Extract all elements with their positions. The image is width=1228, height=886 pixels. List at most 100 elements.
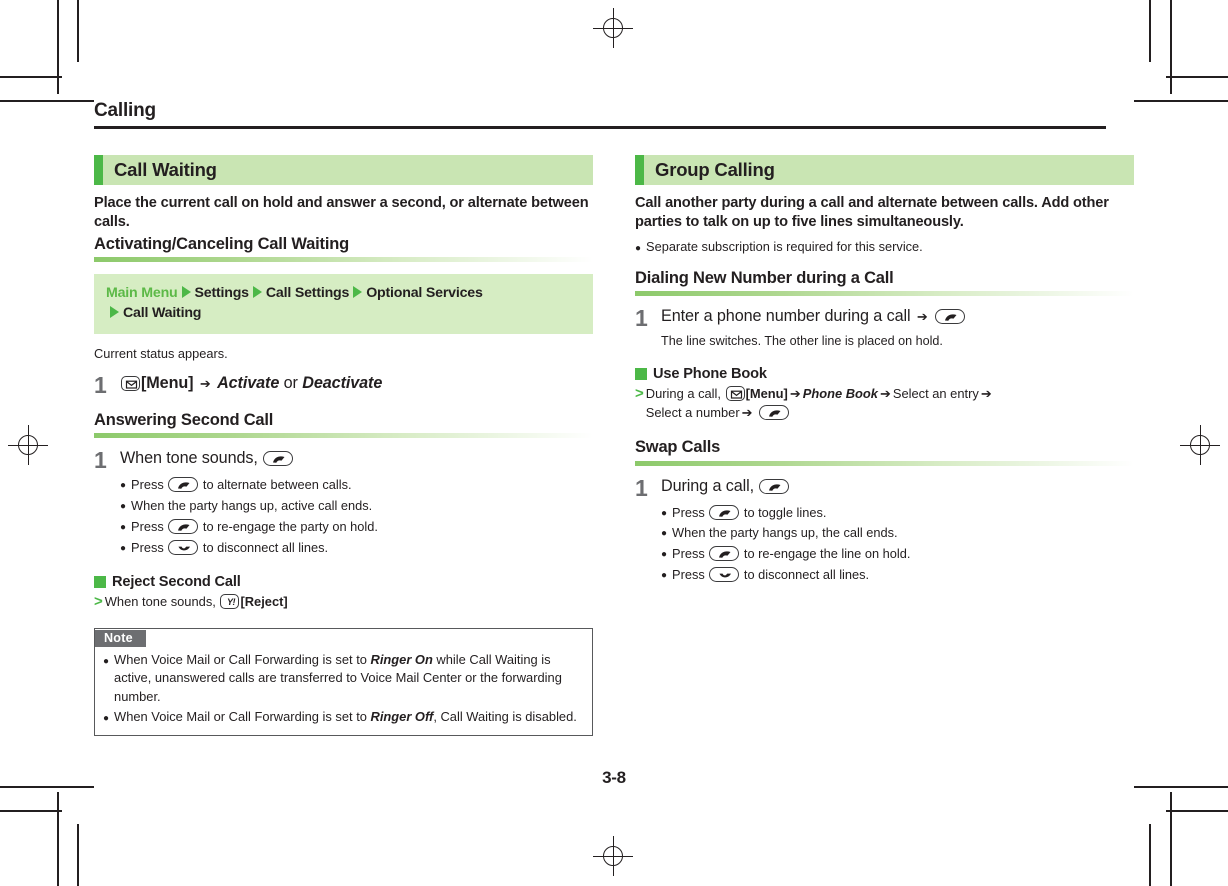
step-number: 1 xyxy=(94,447,107,474)
bullet-post: to toggle lines. xyxy=(743,504,827,520)
bullet-pre: Press xyxy=(131,539,164,555)
registration-mark-left xyxy=(8,425,48,465)
subsection-dialing-new-number: Dialing New Number during a Call xyxy=(635,269,1134,297)
subsubsection-title: Use Phone Book xyxy=(653,366,767,383)
bullet-dot-icon: ● xyxy=(661,569,668,581)
step-title-label: Enter a phone number during a call xyxy=(661,307,911,326)
bullet-dot-icon: ● xyxy=(661,507,668,519)
section-banner-group-calling: Group Calling xyxy=(635,155,1134,185)
list-item: ● Press to disconnect all lines. xyxy=(661,565,1134,586)
section-lead: Call another party during a call and alt… xyxy=(635,195,1109,231)
chevron-right-marker-icon: > xyxy=(635,385,644,403)
bullet-dot-icon: ● xyxy=(103,712,110,724)
list-item: ● When the party hangs up, the call ends… xyxy=(661,523,1134,544)
bullet-dot-icon: ● xyxy=(103,655,110,667)
step-text: During a call, xyxy=(661,476,1134,497)
note-text-part1: When Voice Mail or Call Forwarding is se… xyxy=(114,708,371,724)
send-key-icon xyxy=(709,504,740,520)
chevron-right-icon xyxy=(353,286,363,299)
menu-path-box: Main Menu Settings Call Settings Optional S… xyxy=(94,274,593,334)
menu-path-item-1: Settings xyxy=(194,285,250,302)
list-item: ● Press to toggle lines. xyxy=(661,503,1134,524)
registration-mark-right xyxy=(1180,425,1220,465)
end-key-icon xyxy=(168,539,199,555)
step-dial-new-number: 1 Enter a phone number during a call ➔ T… xyxy=(635,306,1134,350)
page-number: 3-8 xyxy=(602,768,626,787)
pb-seg4: Select an entry xyxy=(892,386,979,402)
menu-path-item-4: Call Waiting xyxy=(123,305,202,322)
phone-book-instruction: > During a call, [Menu] ➔ Phone Book ➔ Selec… xyxy=(635,385,1134,423)
lead-bullet-text: Separate subscription is required for th… xyxy=(646,238,923,254)
bullet-post: to alternate between calls. xyxy=(202,477,352,493)
bullet-dot-icon: ● xyxy=(120,480,127,492)
send-key-icon xyxy=(759,405,790,421)
subsection-title: Dialing New Number during a Call xyxy=(635,268,894,287)
step-answer-second-call: 1 When tone sounds, ● Press to alternate… xyxy=(94,448,593,558)
step-text: [Menu] ➔ Activate or Deactivate xyxy=(120,373,593,394)
list-item: ● When Voice Mail or Call Forwarding is … xyxy=(103,708,582,726)
banner-accent-bar xyxy=(94,155,103,185)
section-lead: Place the current call on hold and answe… xyxy=(94,195,589,231)
step-text: Enter a phone number during a call ➔ xyxy=(661,306,1134,327)
pb-seg1: During a call, xyxy=(645,386,721,402)
section-title: Call Waiting xyxy=(114,159,217,180)
subsection-answering-second-call: Answering Second Call xyxy=(94,411,593,439)
arrow-icon: ➔ xyxy=(199,375,211,391)
bullet-dot-icon: ● xyxy=(120,542,127,554)
subsection-swap-calls: Swap Calls xyxy=(635,438,1134,466)
bullet-pre: Press xyxy=(672,546,705,562)
lead-bullet: ● Separate subscription is required for … xyxy=(635,237,1134,256)
bullet-post: to re-engage the line on hold. xyxy=(743,546,911,562)
green-square-icon xyxy=(94,576,106,589)
step-number: 1 xyxy=(635,474,648,501)
menu-key-icon xyxy=(725,386,745,402)
step-bullet-list: ● Press to toggle lines. ● When the part… xyxy=(661,503,1134,586)
option-deactivate: Deactivate xyxy=(302,373,383,392)
send-key-icon xyxy=(168,477,199,493)
note-emphasis: Ringer On xyxy=(370,651,433,667)
bullet-dot-icon: ● xyxy=(120,521,127,533)
subsection-title: Activating/Canceling Call Waiting xyxy=(94,234,349,253)
note-box: Note ● When Voice Mail or Call Forwardin… xyxy=(94,627,593,737)
step-bullet-list: ● Press to alternate between calls. ● Wh… xyxy=(120,475,593,558)
note-text-part1: When Voice Mail or Call Forwarding is se… xyxy=(114,651,371,667)
note-emphasis: Ringer Off xyxy=(370,708,434,724)
header-rule xyxy=(94,126,1106,129)
note-text-part2: , Call Waiting is disabled. xyxy=(433,708,577,724)
menu-key-icon xyxy=(121,375,140,391)
gradient-rule xyxy=(94,257,593,263)
step-swap-calls: 1 During a call, ● Press to toggle lines… xyxy=(635,476,1134,586)
yahoo-key-icon: Y! xyxy=(220,594,240,610)
bullet-post: When the party hangs up, the call ends. xyxy=(672,525,898,541)
send-key-icon xyxy=(168,518,199,534)
bullet-pre: Press xyxy=(131,518,164,534)
bullet-pre: Press xyxy=(672,566,705,582)
bullet-post: to disconnect all lines. xyxy=(202,539,329,555)
list-item: ● Press to alternate between calls. xyxy=(120,475,593,496)
chevron-right-icon xyxy=(181,286,191,299)
list-item: ● When the party hangs up, active call e… xyxy=(120,496,593,517)
right-column: Group Calling Call another party during … xyxy=(635,155,1134,586)
gradient-rule xyxy=(635,291,1134,297)
menu-path-item-3: Optional Services xyxy=(366,285,483,302)
green-square-icon xyxy=(635,368,647,381)
menu-key-label: [Menu] xyxy=(141,373,194,392)
step-title-label: During a call, xyxy=(661,476,755,495)
registration-mark-top xyxy=(593,8,633,48)
list-item: ● Press to re-engage the party on hold. xyxy=(120,517,593,538)
reject-label: [Reject] xyxy=(240,594,288,610)
gradient-rule xyxy=(635,460,1134,466)
pb-seg2: [Menu] xyxy=(745,386,788,402)
gradient-rule xyxy=(94,433,593,439)
bullet-post: to disconnect all lines. xyxy=(743,566,870,582)
arrow-icon: ➔ xyxy=(916,309,928,325)
subsubsection-title: Reject Second Call xyxy=(112,574,241,591)
bullet-dot-icon: ● xyxy=(661,549,668,561)
list-item: ● Press to re-engage the line on hold. xyxy=(661,544,1134,565)
subsubsection-use-phone-book: Use Phone Book xyxy=(635,366,1134,382)
send-key-icon xyxy=(935,309,966,325)
subsection-title: Answering Second Call xyxy=(94,410,274,429)
bullet-dot-icon: ● xyxy=(120,501,127,513)
option-activate: Activate xyxy=(217,373,280,392)
banner-accent-bar xyxy=(635,155,644,185)
